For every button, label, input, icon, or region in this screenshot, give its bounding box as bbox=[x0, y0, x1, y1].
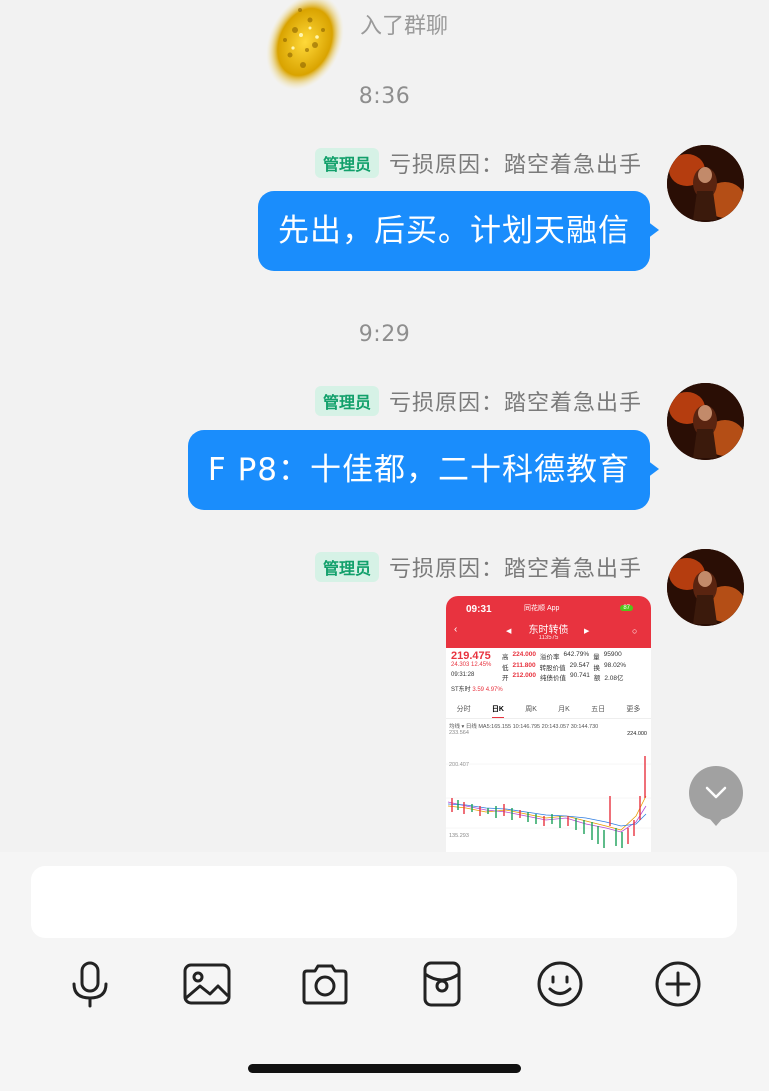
plus-icon[interactable] bbox=[649, 955, 707, 1013]
message-bubble[interactable]: 先出，后买。计划天融信 bbox=[258, 191, 659, 271]
battery-indicator: 87 bbox=[620, 605, 633, 611]
timestamp: 8:36 bbox=[358, 84, 411, 109]
image-message[interactable]: 09:31 同花顺 App 87 ‹ ◀ ▶ ○ 东时转债 113575 219… bbox=[446, 596, 651, 852]
app-header: 09:31 同花顺 App 87 ‹ ◀ ▶ ○ 东时转债 113575 bbox=[446, 596, 651, 648]
home-indicator[interactable] bbox=[248, 1064, 521, 1073]
tab-more: 更多 bbox=[626, 706, 641, 713]
price: 219.475 bbox=[451, 650, 491, 662]
tab-five-day: 五日 bbox=[591, 706, 606, 713]
sender-meta: 管理员 亏损原因：踏空着急出手 bbox=[314, 385, 642, 417]
kline-chart bbox=[446, 756, 651, 848]
message-bubble[interactable]: F P8：十佳都，二十科德教育 bbox=[187, 430, 660, 510]
admin-badge: 管理员 bbox=[314, 386, 379, 416]
microphone-icon[interactable] bbox=[61, 955, 119, 1013]
sender-meta: 管理员 亏损原因：踏空着急出手 bbox=[314, 147, 642, 179]
message-input[interactable] bbox=[31, 866, 737, 938]
price-change: 24.303 12.45% bbox=[451, 662, 492, 668]
avatar[interactable] bbox=[667, 145, 744, 222]
admin-badge: 管理员 bbox=[314, 148, 379, 178]
image-icon[interactable] bbox=[178, 955, 236, 1013]
timestamp: 9:29 bbox=[358, 322, 411, 347]
chat-area[interactable]: 入了群聊 8:36 管理员 亏损原因：踏空着急出手 先出，后买。计划天融信 9:… bbox=[0, 0, 769, 852]
stock-name: 东时转债 bbox=[528, 625, 569, 636]
avatar[interactable] bbox=[667, 383, 744, 460]
app-name: 同花顺 App bbox=[524, 605, 560, 612]
emoji-icon[interactable] bbox=[531, 955, 589, 1013]
red-packet-icon[interactable] bbox=[413, 955, 471, 1013]
chevron-down-icon bbox=[705, 786, 727, 799]
admin-badge: 管理员 bbox=[314, 552, 379, 582]
underlying-stock: ST东时 3.59 4.97% bbox=[451, 687, 503, 693]
sender-meta: 管理员 亏损原因：踏空着急出手 bbox=[314, 551, 642, 583]
status-time: 09:31 bbox=[466, 604, 492, 615]
camera-icon[interactable] bbox=[296, 955, 354, 1013]
ma-legend: 均线 ▾ 日线 MA5:165.155 10:146.795 20:143.05… bbox=[449, 724, 599, 730]
sender-nickname: 亏损原因：踏空着急出手 bbox=[388, 391, 642, 416]
tab-minute: 分时 bbox=[456, 706, 471, 713]
scroll-to-bottom-button[interactable] bbox=[689, 766, 743, 826]
quote-row: 高 224.000 溢价率 642.79% 量 95900 bbox=[502, 651, 622, 661]
system-notice: 入了群聊 bbox=[360, 14, 449, 39]
quote-row: 低 211.800 转股价值 29.547 换 98.02% bbox=[502, 662, 627, 672]
quote-row: 开 212.000 纯债价值 90.741 额 2.08亿 bbox=[502, 672, 624, 682]
tab-weekly-k: 周K bbox=[525, 706, 537, 713]
sender-nickname: 亏损原因：踏空着急出手 bbox=[388, 153, 642, 178]
quote-time: 09:31:28 bbox=[451, 672, 475, 678]
sender-nickname: 亏损原因：踏空着急出手 bbox=[388, 557, 642, 582]
stock-code: 113575 bbox=[538, 635, 559, 641]
avatar[interactable] bbox=[667, 549, 744, 626]
tab-monthly-k: 月K bbox=[558, 706, 570, 713]
tab-daily-k: 日K bbox=[491, 704, 504, 718]
input-bar bbox=[0, 852, 769, 1091]
chart-tabs: 分时 日K 周K 月K 五日 更多 bbox=[446, 704, 651, 719]
